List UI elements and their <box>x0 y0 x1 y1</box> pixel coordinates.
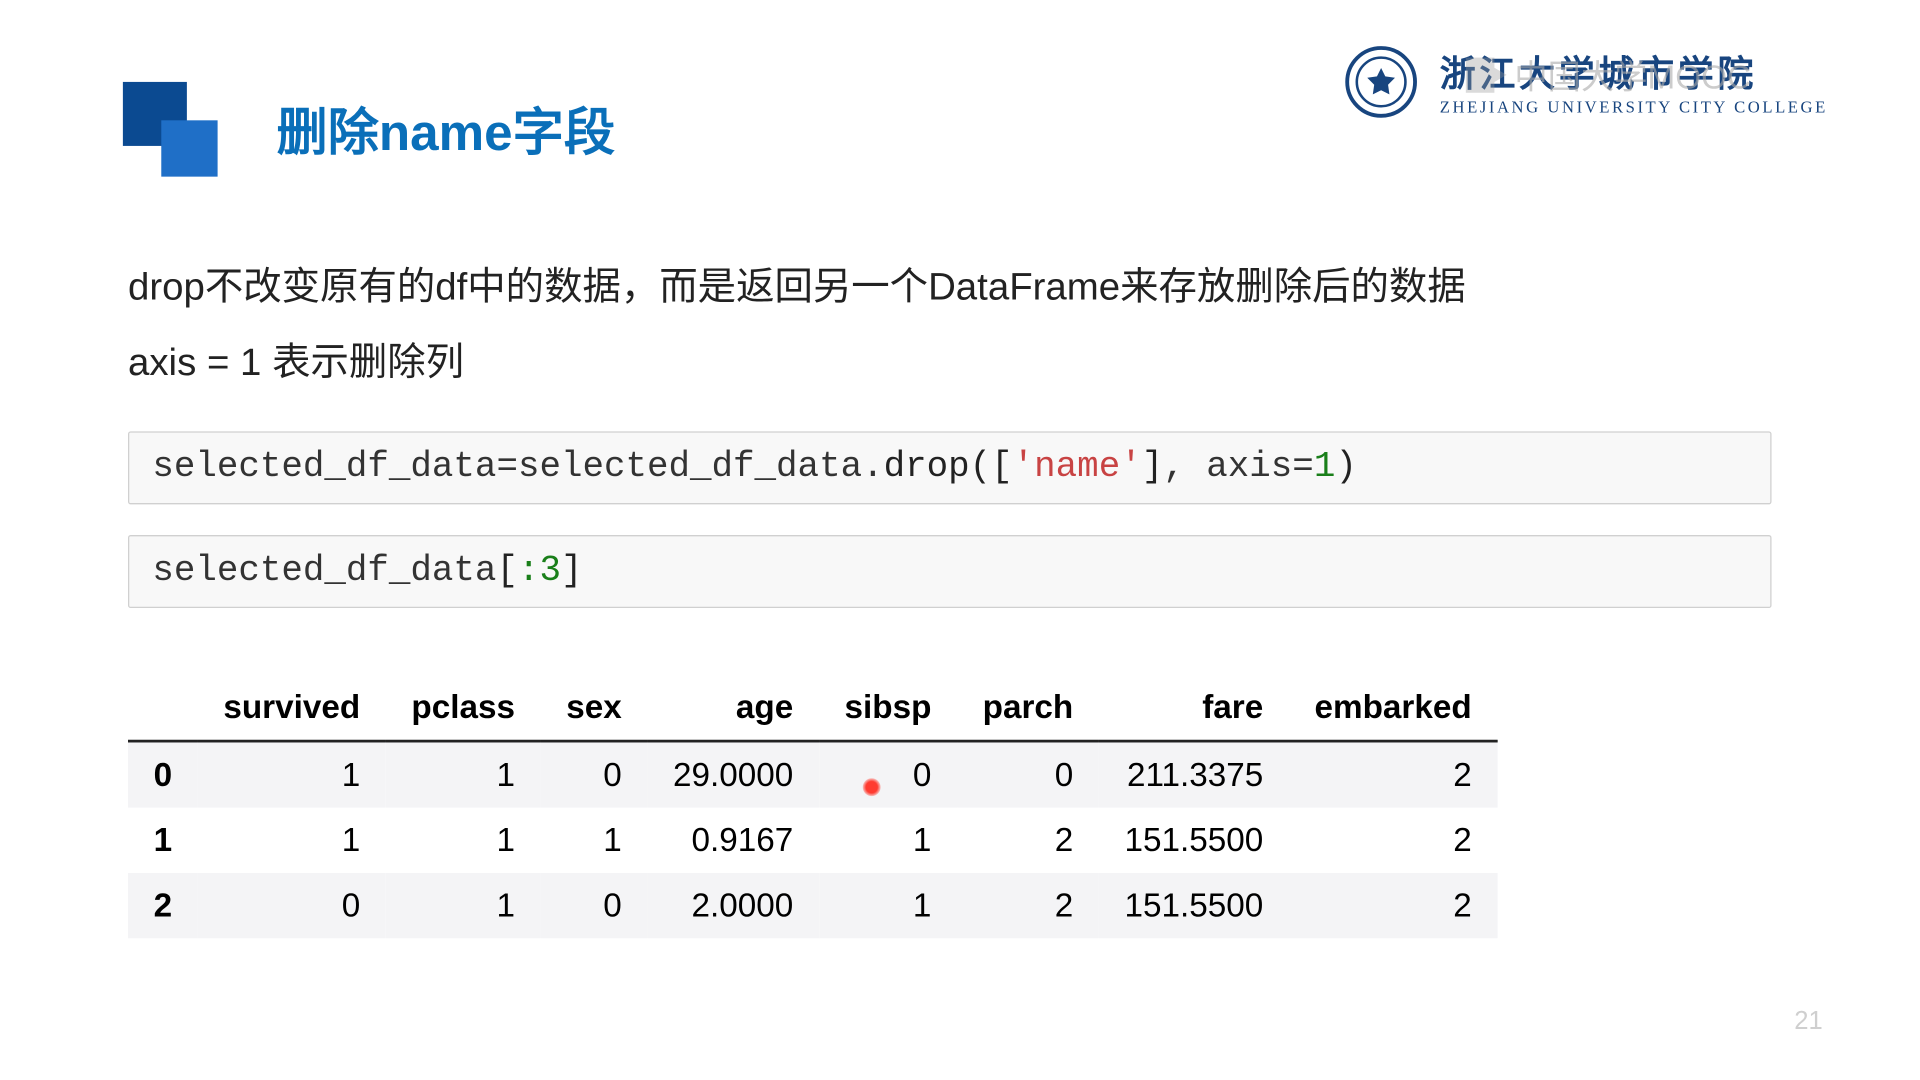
body-line-1: drop不改变原有的df中的数据，而是返回另一个DataFrame来存放删除后的… <box>128 251 1905 326</box>
code-cell-slice: selected_df_data[:3] <box>128 535 1772 608</box>
index-header <box>128 675 198 742</box>
org-name-en: ZHEJIANG UNIVERSITY CITY COLLEGE <box>1440 97 1828 117</box>
title-bullet-icon <box>123 82 241 174</box>
code-token: ) <box>1335 448 1357 488</box>
row-index: 1 <box>128 808 198 873</box>
page-number: 21 <box>1794 1007 1822 1036</box>
column-header: parch <box>957 675 1099 742</box>
table-cell: 0 <box>198 873 386 938</box>
column-header: pclass <box>386 675 541 742</box>
code-token: ([ <box>970 448 1013 488</box>
code-token: ] <box>1142 448 1164 488</box>
table-cell: 1 <box>819 808 957 873</box>
code-token: . <box>862 448 884 488</box>
table-cell: 29.0000 <box>647 741 819 808</box>
table-cell: 2 <box>957 873 1099 938</box>
table-cell: 151.5500 <box>1099 808 1289 873</box>
code-token: ] <box>561 552 583 592</box>
table-cell: 2 <box>957 808 1099 873</box>
slide-title: 删除name字段 <box>276 91 615 165</box>
column-header: age <box>647 675 819 742</box>
watermark-text: 中国大学MOOC <box>1514 51 1751 98</box>
table-row: 11110.916712151.55002 <box>128 808 1497 873</box>
column-header: sex <box>541 675 648 742</box>
code-token: [ <box>496 552 518 592</box>
mooc-watermark: 中国大学MOOC <box>1466 51 1751 98</box>
column-header: fare <box>1099 675 1289 742</box>
table-cell: 1 <box>386 873 541 938</box>
code-token: = <box>496 448 518 488</box>
laser-pointer-icon <box>863 778 881 796</box>
table-cell: 0 <box>541 741 648 808</box>
body-line-2: axis = 1 表示删除列 <box>128 326 1905 401</box>
column-header: embarked <box>1289 675 1497 742</box>
eagle-icon <box>1364 65 1397 98</box>
table-cell: 151.5500 <box>1099 873 1289 938</box>
dataframe-table: survivedpclasssexagesibspparchfareembark… <box>128 675 1497 939</box>
table-cell: 1 <box>541 808 648 873</box>
table-cell: 1 <box>198 741 386 808</box>
table-cell: 2 <box>1289 741 1497 808</box>
table-cell: 2.0000 <box>647 873 819 938</box>
table-cell: 1 <box>386 741 541 808</box>
slide-container: 浙江大学城市学院 ZHEJIANG UNIVERSITY CITY COLLEG… <box>0 0 1905 1070</box>
code-token: = <box>1292 448 1314 488</box>
code-string: 'name' <box>1013 448 1142 488</box>
column-header: survived <box>198 675 386 742</box>
table-row: 011029.000000211.33752 <box>128 741 1497 808</box>
table-cell: 1 <box>198 808 386 873</box>
table-cell: 0.9167 <box>647 808 819 873</box>
table-cell: 211.3375 <box>1099 741 1289 808</box>
code-number: 1 <box>1314 448 1336 488</box>
table-cell: 2 <box>1289 873 1497 938</box>
body-text: drop不改变原有的df中的数据，而是返回另一个DataFrame来存放删除后的… <box>128 251 1905 401</box>
row-index: 0 <box>128 741 198 808</box>
table-cell: 1 <box>819 873 957 938</box>
table-row: 20102.000012151.55002 <box>128 873 1497 938</box>
code-token: selected_df_data <box>518 448 862 488</box>
column-header: sibsp <box>819 675 957 742</box>
code-token: , <box>1163 448 1206 488</box>
table-header-row: survivedpclasssexagesibspparchfareembark… <box>128 675 1497 742</box>
table-cell: 0 <box>819 741 957 808</box>
university-seal-icon <box>1345 46 1417 118</box>
play-icon <box>1466 57 1507 93</box>
code-token: axis <box>1206 448 1292 488</box>
code-token: selected_df_data <box>152 448 496 488</box>
code-slice: :3 <box>518 552 561 592</box>
code-token: selected_df_data <box>152 552 496 592</box>
table-cell: 0 <box>957 741 1099 808</box>
code-cell-drop: selected_df_data=selected_df_data.drop([… <box>128 431 1772 504</box>
dataframe-output: survivedpclasssexagesibspparchfareembark… <box>128 675 1905 939</box>
table-cell: 2 <box>1289 808 1497 873</box>
table-cell: 0 <box>541 873 648 938</box>
row-index: 2 <box>128 873 198 938</box>
code-method: drop <box>884 448 970 488</box>
table-cell: 1 <box>386 808 541 873</box>
